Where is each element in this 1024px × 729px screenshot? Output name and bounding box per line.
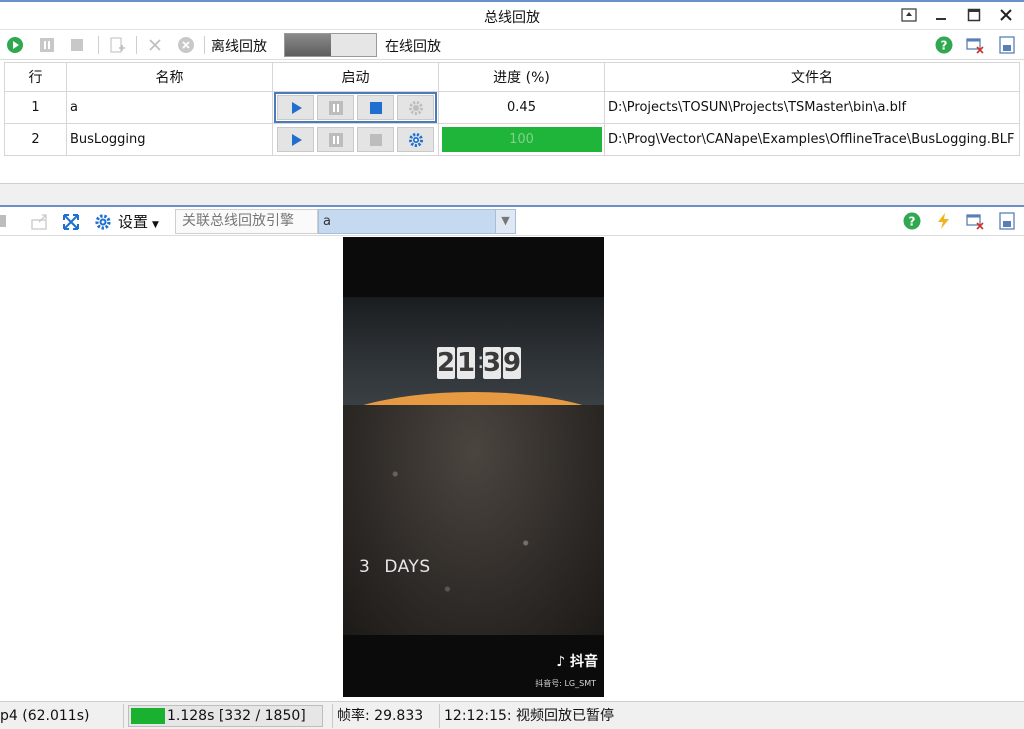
clock-digit: 3 <box>483 347 502 379</box>
export-icon[interactable] <box>998 212 1016 230</box>
offline-replay-label[interactable]: 离线回放 <box>211 36 267 56</box>
row-play-button[interactable] <box>277 95 314 120</box>
table-row[interactable]: 1 a 0.45 D:\Projects\TOSUN\Projects\TSMa… <box>4 91 1020 124</box>
days-word: DAYS <box>384 557 431 577</box>
window-title: 总线回放 <box>484 10 540 26</box>
panel-splitter[interactable] <box>0 183 1024 207</box>
row-settings-button[interactable] <box>397 95 434 120</box>
status-file-duration: p4 (62.011s) <box>0 704 124 728</box>
add-file-icon[interactable] <box>108 36 126 54</box>
panel-icon[interactable] <box>0 213 10 231</box>
settings-label[interactable]: 设置 <box>118 213 148 231</box>
row-number: 1 <box>4 91 67 124</box>
row-progress: 0.45 <box>438 91 605 124</box>
clock-colon: : <box>477 349 485 374</box>
header-name[interactable]: 名称 <box>66 62 273 92</box>
toolbar-separator <box>136 36 137 54</box>
replay-toolbar: 离线回放 在线回放 ? <box>0 30 1024 60</box>
toolbar-separator <box>98 36 99 54</box>
video-clock: 2 1 : 3 9 <box>437 347 521 379</box>
progress-cell: 100 <box>438 123 605 156</box>
engine-label: 关联总线回放引擎 <box>175 209 318 234</box>
title-bar: 总线回放 <box>0 0 1024 30</box>
close-window-icon[interactable] <box>966 212 984 230</box>
video-watermark-logo: ♪ 抖音 <box>556 651 598 671</box>
chevron-down-icon[interactable]: ▼ <box>495 210 515 233</box>
lightning-icon[interactable] <box>935 212 953 230</box>
row-play-button[interactable] <box>277 127 314 152</box>
fullscreen-icon[interactable] <box>62 213 80 231</box>
clock-digit: 2 <box>437 347 456 379</box>
settings-menu[interactable]: 设置 ▼ <box>118 211 159 232</box>
replay-table: 行 名称 启动 进度 (%) 文件名 1 a 0.45 D:\Projects\… <box>4 62 1020 156</box>
row-name[interactable]: a <box>66 91 273 124</box>
row-settings-button[interactable] <box>397 127 434 152</box>
video-watermark-id: 抖音号: LG_SMT <box>535 679 596 688</box>
status-position-text: 1.128s [332 / 1850] <box>167 708 306 724</box>
video-frame[interactable]: 2 1 : 3 9 3 DAYS ♪ 抖音 抖音号: LG_SMT <box>343 237 604 697</box>
status-bar: p4 (62.011s) 1.128s [332 / 1850] 帧率: 29.… <box>0 701 1024 729</box>
row-file: D:\Projects\TOSUN\Projects\TSMaster\bin\… <box>604 91 1020 124</box>
close-icon[interactable] <box>993 6 1019 28</box>
gear-icon[interactable] <box>94 213 112 231</box>
tiktok-icon: ♪ <box>556 654 566 670</box>
video-toolbar: 设置 ▼ 关联总线回放引擎 a ▼ ? <box>0 208 1024 236</box>
clock-digit: 1 <box>457 347 476 379</box>
svg-text:?: ? <box>941 39 948 53</box>
help-icon[interactable]: ? <box>935 36 953 54</box>
engine-select[interactable]: a ▼ <box>318 209 516 234</box>
pin-icon[interactable] <box>896 6 922 28</box>
row-stop-button[interactable] <box>357 127 394 152</box>
status-message: 12:12:15: 视频回放已暂停 <box>444 708 615 724</box>
header-progress[interactable]: 进度 (%) <box>438 62 605 92</box>
clear-icon[interactable] <box>177 36 195 54</box>
replay-mode-toggle[interactable] <box>284 33 377 57</box>
export-icon[interactable] <box>998 36 1016 54</box>
engine-select-value[interactable]: a <box>323 214 331 229</box>
play-icon[interactable] <box>6 36 24 54</box>
table-row[interactable]: 2 BusLogging 100 D:\Prog\Vector\CANape\E… <box>4 123 1020 156</box>
dropdown-caret-icon[interactable]: ▼ <box>152 220 159 230</box>
video-days-caption: 3 DAYS <box>359 557 431 577</box>
row-stop-button[interactable] <box>357 95 394 120</box>
header-file[interactable]: 文件名 <box>604 62 1020 92</box>
svg-text:?: ? <box>909 215 916 229</box>
minimize-icon[interactable] <box>928 6 954 28</box>
status-position-bar[interactable]: 1.128s [332 / 1850] <box>128 705 323 727</box>
start-controls-group <box>274 92 437 123</box>
row-name[interactable]: BusLogging <box>66 123 273 156</box>
header-start[interactable]: 启动 <box>272 62 439 92</box>
row-file: D:\Prog\Vector\CANape\Examples\OfflineTr… <box>604 123 1020 156</box>
stop-icon[interactable] <box>68 36 86 54</box>
watermark-label: 抖音 <box>570 654 598 670</box>
delete-icon[interactable] <box>146 36 164 54</box>
status-fps: 帧率: 29.833 <box>332 704 440 728</box>
start-controls <box>272 123 439 156</box>
help-icon[interactable]: ? <box>903 212 921 230</box>
video-soil <box>343 405 604 635</box>
clock-digit: 9 <box>503 347 522 379</box>
maximize-icon[interactable] <box>961 6 987 28</box>
toggle-knob[interactable] <box>285 34 331 56</box>
toolbar-separator <box>204 36 205 54</box>
header-row[interactable]: 行 <box>4 62 67 92</box>
start-controls <box>272 91 439 124</box>
progress-bar: 100 <box>441 127 602 152</box>
days-number: 3 <box>359 557 371 577</box>
row-pause-button[interactable] <box>317 127 354 152</box>
online-replay-label[interactable]: 在线回放 <box>385 36 441 56</box>
row-pause-button[interactable] <box>317 95 354 120</box>
start-controls-group <box>274 124 437 155</box>
status-position-fill <box>131 708 165 724</box>
close-window-icon[interactable] <box>966 36 984 54</box>
pause-icon[interactable] <box>38 36 56 54</box>
row-number: 2 <box>4 123 67 156</box>
table-header-row: 行 名称 启动 进度 (%) 文件名 <box>4 62 1020 92</box>
open-icon[interactable] <box>31 213 49 231</box>
